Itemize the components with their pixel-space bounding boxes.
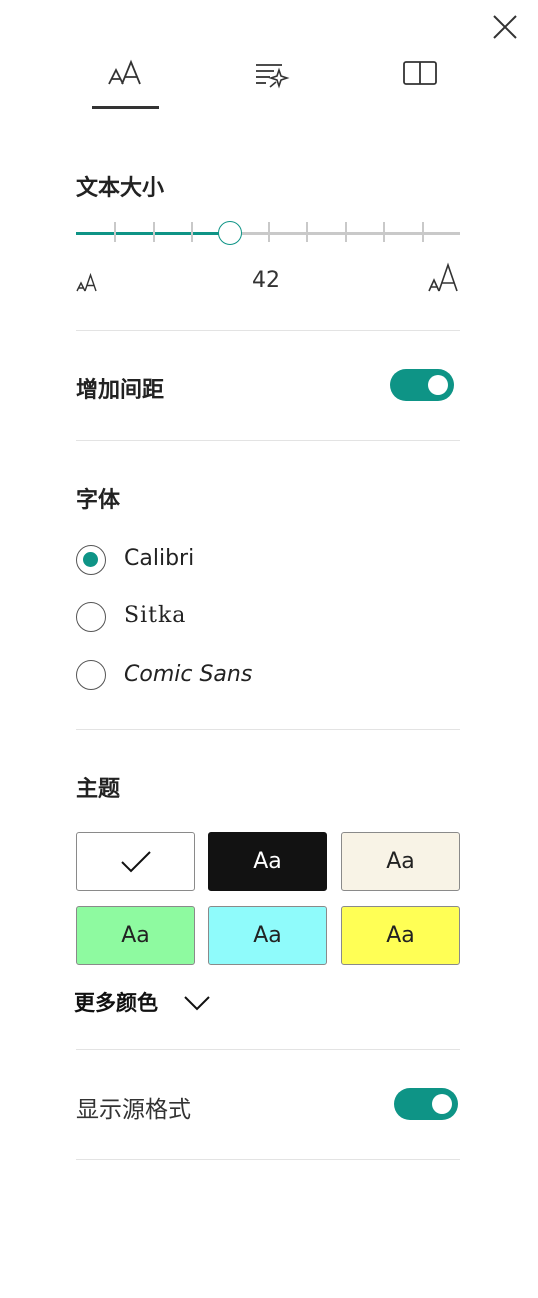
tab-reading-preferences[interactable] <box>385 48 455 98</box>
checkmark-icon <box>120 850 151 872</box>
font-option-sitka[interactable]: Sitka <box>124 603 186 628</box>
font-radio-comic-sans[interactable] <box>76 660 106 690</box>
theme-swatch-green[interactable]: Aa <box>76 906 195 965</box>
chevron-down-icon <box>184 996 210 1011</box>
increase-spacing-toggle[interactable] <box>390 369 454 401</box>
divider <box>76 1159 460 1160</box>
divider <box>76 440 460 441</box>
show-source-format-label: 显示源格式 <box>76 1097 191 1123</box>
theme-title: 主题 <box>76 777 121 802</box>
theme-swatch-black[interactable]: Aa <box>208 832 327 891</box>
font-radio-calibri[interactable] <box>76 545 106 575</box>
text-sparkle-icon <box>256 64 290 89</box>
slider-tick <box>191 222 193 242</box>
more-colors-button[interactable]: 更多颜色 <box>74 986 212 1018</box>
theme-swatch-white[interactable] <box>76 832 195 891</box>
slider-tick <box>422 222 424 242</box>
slider-tick <box>306 222 308 242</box>
theme-swatch-cyan[interactable]: Aa <box>208 906 327 965</box>
theme-swatch-sepia[interactable]: Aa <box>341 832 460 891</box>
book-icon <box>403 61 437 85</box>
divider <box>76 1049 460 1050</box>
tab-grammar-options[interactable] <box>237 48 307 98</box>
slider-tick <box>383 222 385 242</box>
font-option-calibri[interactable]: Calibri <box>124 546 194 571</box>
font-title: 字体 <box>76 488 121 513</box>
show-source-format-toggle[interactable] <box>394 1088 458 1120</box>
theme-swatch-yellow[interactable]: Aa <box>341 906 460 965</box>
increase-spacing-label: 增加间距 <box>76 378 165 403</box>
increase-text-size-icon <box>428 262 462 298</box>
text-size-icon <box>108 59 141 85</box>
slider-tick <box>345 222 347 242</box>
text-size-slider-thumb[interactable] <box>218 221 242 245</box>
slider-tick <box>114 222 116 242</box>
decrease-text-size-icon <box>76 270 100 298</box>
divider <box>76 729 460 730</box>
divider <box>76 330 460 331</box>
more-colors-label: 更多颜色 <box>74 991 158 1015</box>
tab-text-options[interactable] <box>91 48 161 98</box>
toggle-knob <box>428 375 448 395</box>
font-option-comic-sans[interactable]: Comic Sans <box>124 662 252 687</box>
text-size-title: 文本大小 <box>76 176 165 201</box>
selected-tab-indicator <box>92 106 159 109</box>
close-button[interactable] <box>486 8 524 46</box>
text-size-value: 42 <box>252 268 280 293</box>
toggle-knob <box>432 1094 452 1114</box>
close-icon <box>493 15 517 39</box>
font-radio-sitka[interactable] <box>76 602 106 632</box>
slider-tick <box>268 222 270 242</box>
slider-tick <box>153 222 155 242</box>
